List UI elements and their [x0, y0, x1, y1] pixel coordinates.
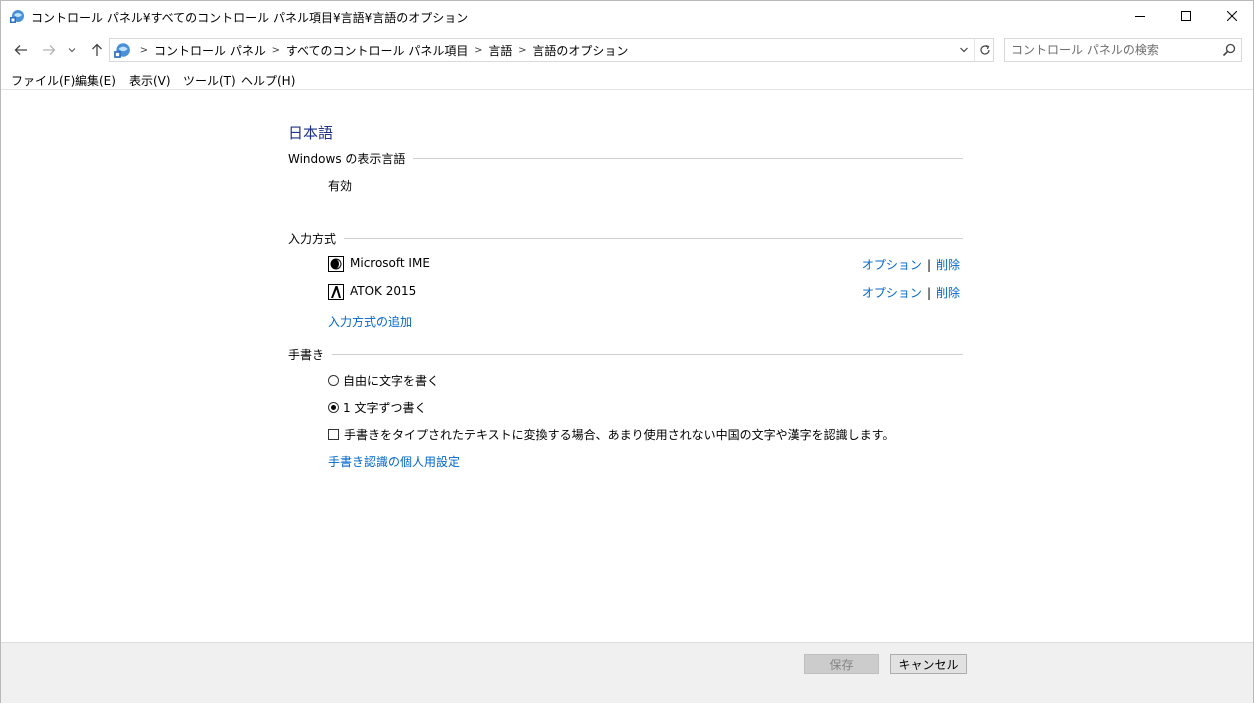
chevron-down-icon — [960, 47, 968, 53]
arrow-left-icon — [14, 45, 27, 55]
section-heading: 手書き — [288, 347, 325, 362]
menu-file[interactable]: ファイル(F) — [11, 72, 75, 89]
input-method-row: ATOK 2015 オプション | 削除 — [328, 283, 960, 301]
maximize-button[interactable] — [1163, 1, 1209, 31]
search-box[interactable] — [1004, 38, 1242, 62]
refresh-button[interactable] — [974, 39, 994, 61]
microsoft-ime-icon — [328, 256, 344, 272]
add-input-method-link[interactable]: 入力方式の追加 — [328, 313, 412, 330]
link-separator: | — [926, 258, 931, 272]
section-heading: 入力方式 — [288, 231, 337, 246]
input-method-row: Microsoft IME オプション | 削除 — [328, 255, 960, 273]
ime-remove-link[interactable]: 削除 — [936, 258, 960, 272]
rare-character-checkbox[interactable] — [328, 428, 339, 440]
breadcrumb-separator-icon[interactable]: > — [134, 45, 154, 56]
display-language-section: Windows の表示言語 — [288, 150, 963, 166]
minimize-button[interactable] — [1117, 1, 1163, 31]
input-method-actions: オプション | 削除 — [862, 284, 960, 301]
checkbox-label: 手書きをタイプされたテキストに変換する場合、あまり使用されない中国の文字や漢字を… — [344, 427, 895, 442]
section-divider — [344, 237, 963, 239]
save-button[interactable]: 保存 — [804, 654, 879, 674]
section-divider — [413, 157, 963, 159]
breadcrumb-control-panel[interactable]: コントロール パネル — [154, 42, 266, 59]
arrow-right-icon — [43, 45, 56, 55]
atok-remove-link[interactable]: 削除 — [936, 286, 960, 300]
breadcrumb-language[interactable]: 言語 — [488, 42, 512, 59]
up-button[interactable] — [86, 39, 108, 61]
window-title: コントロール パネル¥すべてのコントロール パネル項目¥言語¥言語のオプション — [31, 11, 469, 25]
atok-icon — [328, 284, 344, 300]
input-method-section: 入力方式 — [288, 230, 963, 246]
control-panel-icon — [9, 8, 25, 24]
breadcrumb-separator-icon[interactable]: > — [512, 45, 532, 56]
atok-options-link[interactable]: オプション — [862, 286, 922, 300]
menu-view[interactable]: 表示(V) — [129, 72, 171, 89]
address-history-dropdown[interactable] — [955, 39, 973, 61]
radio-label: 自由に文字を書く — [343, 373, 440, 388]
link-separator: | — [926, 286, 931, 300]
search-icon[interactable] — [1221, 42, 1237, 58]
single-character-radio[interactable] — [328, 401, 339, 413]
personalize-handwriting-link[interactable]: 手書き認識の個人用設定 — [328, 453, 460, 470]
display-language-status: 有効 — [328, 179, 353, 193]
freeform-radio[interactable] — [328, 374, 339, 386]
breadcrumb-separator-icon[interactable]: > — [468, 45, 488, 56]
back-button[interactable] — [10, 39, 32, 61]
radio-label: 1 文字ずつ書く — [343, 400, 427, 415]
input-method-actions: オプション | 削除 — [862, 256, 960, 273]
cancel-button[interactable]: キャンセル — [890, 654, 967, 674]
breadcrumb: > コントロール パネル > すべてのコントロール パネル項目 > 言語 > 言… — [134, 39, 629, 61]
recent-locations-button[interactable] — [64, 39, 80, 61]
breadcrumb-separator-icon[interactable]: > — [266, 45, 286, 56]
breadcrumb-language-options[interactable]: 言語のオプション — [532, 42, 628, 59]
close-button[interactable] — [1209, 1, 1254, 31]
handwriting-section: 手書き — [288, 346, 963, 362]
chevron-down-icon — [68, 48, 76, 53]
handwriting-single-char-option[interactable]: 1 文字ずつ書く — [328, 398, 426, 416]
ime-options-link[interactable]: オプション — [862, 258, 922, 272]
address-bar[interactable]: > コントロール パネル > すべてのコントロール パネル項目 > 言語 > 言… — [109, 38, 994, 62]
input-method-name: Microsoft IME — [350, 256, 430, 270]
forward-button[interactable] — [38, 39, 60, 61]
handwriting-freeform-option[interactable]: 自由に文字を書く — [328, 371, 439, 389]
language-options-panel: 日本語 Windows の表示言語 有効 入力方式 Microsoft IME … — [1, 90, 1253, 642]
menu-bar: ファイル(F) 編集(E) 表示(V) ツール(T) ヘルプ(H) — [1, 69, 1253, 90]
input-method-name: ATOK 2015 — [350, 284, 417, 298]
menu-help[interactable]: ヘルプ(H) — [241, 72, 295, 89]
control-panel-window: コントロール パネル¥すべてのコントロール パネル項目¥言語¥言語のオプション — [0, 0, 1254, 703]
menu-tools[interactable]: ツール(T) — [183, 72, 236, 89]
rare-character-recognition-option[interactable]: 手書きをタイプされたテキストに変換する場合、あまり使用されない中国の文字や漢字を… — [328, 425, 894, 443]
page-title: 日本語 — [288, 124, 334, 142]
footer-bar: 保存 キャンセル — [1, 642, 1253, 703]
arrow-up-icon — [92, 43, 102, 56]
search-input[interactable] — [1011, 41, 1211, 59]
section-heading: Windows の表示言語 — [288, 151, 406, 166]
breadcrumb-all-items[interactable]: すべてのコントロール パネル項目 — [286, 42, 469, 59]
control-panel-icon — [113, 41, 131, 59]
navigation-bar: > コントロール パネル > すべてのコントロール パネル項目 > 言語 > 言… — [1, 37, 1253, 63]
refresh-icon — [979, 44, 990, 55]
section-divider — [332, 353, 963, 355]
title-bar: コントロール パネル¥すべてのコントロール パネル項目¥言語¥言語のオプション — [1, 1, 1253, 31]
menu-edit[interactable]: 編集(E) — [75, 72, 116, 89]
